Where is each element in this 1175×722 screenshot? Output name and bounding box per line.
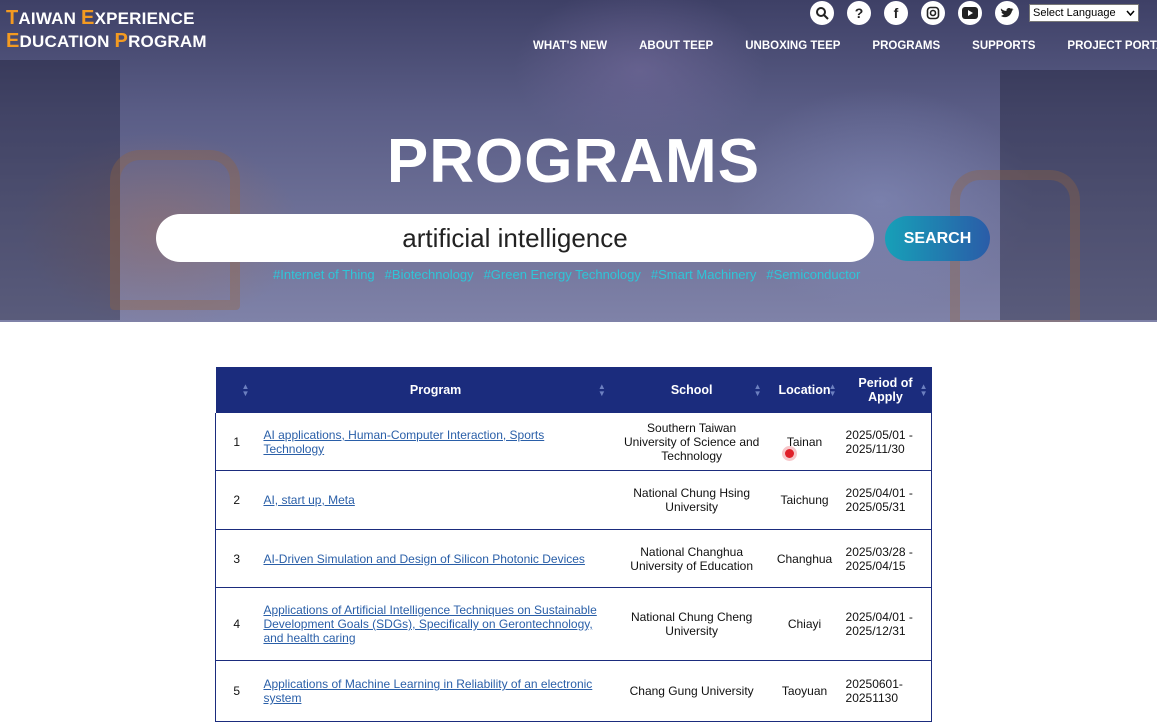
row-number: 3 — [215, 529, 258, 588]
mouse-cursor-indicator — [785, 449, 794, 458]
location-cell: Taichung — [769, 470, 840, 530]
question-icon[interactable]: ? — [847, 1, 871, 25]
sort-icon[interactable]: ▲ ▼ — [754, 383, 762, 398]
program-link[interactable]: AI-Driven Simulation and Design of Silic… — [263, 552, 585, 566]
sort-icon[interactable]: ▲ ▼ — [920, 383, 928, 398]
tag-link[interactable]: #Green Energy Technology — [484, 267, 641, 282]
hero-banner: TAIWAN EXPERIENCE EDUCATION PROGRAM ? f … — [0, 0, 1157, 322]
table-header-row: ▲ ▼ Program ▲ ▼ School ▲ ▼ Location ▲ ▼ Period … — [215, 367, 932, 413]
facebook-icon[interactable]: f — [884, 1, 908, 25]
search-button[interactable]: SEARCH — [885, 216, 990, 261]
sort-icon[interactable]: ▲ ▼ — [829, 383, 837, 398]
period-cell: 2025/03/28 - 2025/04/15 — [839, 529, 932, 588]
twitter-icon[interactable] — [995, 1, 1019, 25]
nav-whats-new[interactable]: WHAT'S NEW — [533, 40, 607, 52]
column-header-location[interactable]: Location ▲ ▼ — [769, 367, 840, 413]
school-cell: Southern Taiwan University of Science an… — [613, 413, 770, 471]
location-cell: Taoyuan — [769, 660, 840, 722]
period-cell: 2025/04/01 - 2025/05/31 — [839, 470, 932, 530]
language-select[interactable]: Select Language — [1029, 4, 1139, 22]
tag-link[interactable]: #Semiconductor — [766, 267, 860, 282]
row-number: 2 — [215, 470, 258, 530]
chevron-down-icon — [1126, 7, 1135, 19]
location-cell: Changhua — [769, 529, 840, 588]
column-header-number[interactable]: ▲ ▼ — [215, 367, 258, 413]
table-row: 1 AI applications, Human-Computer Intera… — [215, 413, 932, 471]
tag-list: #Internet of Thing #Biotechnology #Green… — [273, 267, 860, 282]
search-input[interactable]: artificial intelligence — [156, 214, 874, 262]
instagram-icon[interactable] — [921, 1, 945, 25]
nav-about-teep[interactable]: ABOUT TEEP — [639, 40, 713, 52]
table-row: 2 AI, start up, Meta National Chung Hsin… — [215, 470, 932, 530]
programs-table: ▲ ▼ Program ▲ ▼ School ▲ ▼ Location ▲ ▼ Period … — [215, 367, 932, 722]
table-row: 4 Applications of Artificial Intelligenc… — [215, 587, 932, 661]
location-cell: Tainan — [769, 413, 840, 471]
school-cell: National Changhua University of Educatio… — [613, 529, 770, 588]
program-link[interactable]: AI applications, Human-Computer Interact… — [263, 428, 544, 456]
school-cell: National Chung Cheng University — [613, 587, 770, 661]
teep-logo[interactable]: TAIWAN EXPERIENCE EDUCATION PROGRAM — [6, 7, 207, 53]
search-icon[interactable] — [810, 1, 834, 25]
row-number: 5 — [215, 660, 258, 722]
school-cell: National Chung Hsing University — [613, 470, 770, 530]
program-link[interactable]: Applications of Machine Learning in Reli… — [263, 677, 592, 705]
location-cell: Chiayi — [769, 587, 840, 661]
nav-project-portal[interactable]: PROJECT PORTAL — [1067, 40, 1157, 52]
sort-icon[interactable]: ▲ ▼ — [242, 383, 250, 398]
tag-link[interactable]: #Internet of Thing — [273, 267, 375, 282]
row-number: 4 — [215, 587, 258, 661]
page-title: PROGRAMS — [386, 127, 761, 196]
nav-supports[interactable]: SUPPORTS — [972, 40, 1035, 52]
table-row: 3 AI-Driven Simulation and Design of Sil… — [215, 529, 932, 588]
youtube-icon[interactable] — [958, 1, 982, 25]
tag-link[interactable]: #Smart Machinery — [651, 267, 756, 282]
column-header-program[interactable]: Program ▲ ▼ — [257, 367, 614, 413]
column-header-school[interactable]: School ▲ ▼ — [613, 367, 770, 413]
main-nav: WHAT'S NEW ABOUT TEEP UNBOXING TEEP PROG… — [533, 40, 1157, 52]
school-cell: Chang Gung University — [613, 660, 770, 722]
period-cell: 2025/04/01 - 2025/12/31 — [839, 587, 932, 661]
nav-unboxing-teep[interactable]: UNBOXING TEEP — [745, 40, 840, 52]
nav-programs[interactable]: PROGRAMS — [872, 40, 940, 52]
program-link[interactable]: Applications of Artificial Intelligence … — [263, 603, 596, 645]
column-header-period[interactable]: Period of Apply ▲ ▼ — [839, 367, 932, 413]
row-number: 1 — [215, 413, 258, 471]
social-icons: ? f — [810, 1, 1019, 25]
tag-link[interactable]: #Biotechnology — [385, 267, 474, 282]
sort-icon[interactable]: ▲ ▼ — [598, 383, 606, 398]
language-select-label: Select Language — [1033, 7, 1116, 19]
program-link[interactable]: AI, start up, Meta — [263, 493, 354, 507]
period-cell: 20250601-20251130 — [839, 660, 932, 722]
table-row: 5 Applications of Machine Learning in Re… — [215, 660, 932, 722]
period-cell: 2025/05/01 - 2025/11/30 — [839, 413, 932, 471]
